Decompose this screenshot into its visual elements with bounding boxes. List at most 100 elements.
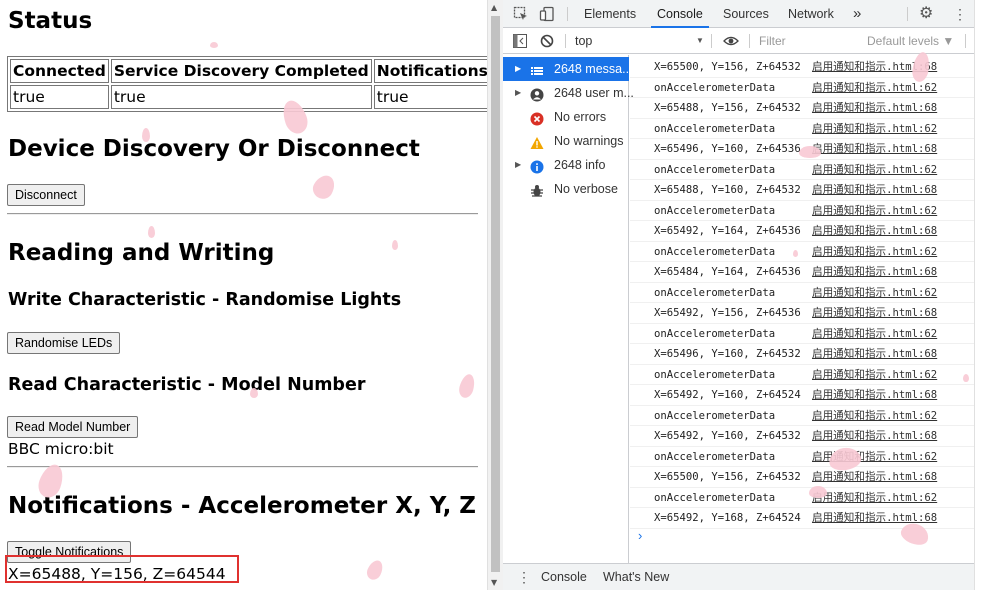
sidebar-item-errors[interactable]: No errors xyxy=(503,105,629,129)
log-message: onAccelerometerData xyxy=(654,81,776,94)
separator xyxy=(965,34,966,48)
petal-decoration xyxy=(250,388,258,398)
console-log-row: onAccelerometerData 启用通知和指示.html:62 xyxy=(630,201,974,221)
log-source-link[interactable]: 启用通知和指示.html:62 xyxy=(812,119,937,139)
separator xyxy=(565,34,566,48)
petal-decoration xyxy=(210,42,218,48)
petal-decoration xyxy=(809,486,827,498)
scroll-down-icon[interactable]: ▼ xyxy=(491,578,497,587)
log-source-link[interactable]: 启用通知和指示.html:68 xyxy=(812,344,937,364)
console-log-row: onAccelerometerData 启用通知和指示.html:62 xyxy=(630,324,974,344)
log-message: onAccelerometerData xyxy=(654,409,776,422)
drawer-tab-whats-new[interactable]: What's New xyxy=(603,564,669,590)
log-source-link[interactable]: 启用通知和指示.html:62 xyxy=(812,324,937,344)
list-icon xyxy=(530,62,544,76)
settings-gear-icon[interactable]: ⚙ xyxy=(919,0,933,28)
log-source-link[interactable]: 启用通知和指示.html:62 xyxy=(812,160,937,180)
log-source-link[interactable]: 启用通知和指示.html:68 xyxy=(812,426,937,446)
sidebar-toggle-icon[interactable] xyxy=(513,28,527,54)
log-message: onAccelerometerData xyxy=(654,286,776,299)
console-prompt[interactable]: › xyxy=(638,528,642,543)
tab-network[interactable]: Network xyxy=(788,0,834,28)
console-log-row: X=65492, Y=168, Z+64524 启用通知和指示.html:68 xyxy=(630,508,974,529)
log-source-link[interactable]: 启用通知和指示.html:68 xyxy=(812,180,937,200)
filter-input[interactable] xyxy=(759,32,859,50)
log-message: onAccelerometerData xyxy=(654,491,776,504)
drawer-tab-console[interactable]: Console xyxy=(541,564,587,590)
log-source-link[interactable]: 启用通知和指示.html:62 xyxy=(812,201,937,221)
petal-decoration xyxy=(309,171,339,203)
more-tabs-icon[interactable]: » xyxy=(853,0,861,28)
log-source-link[interactable]: 启用通知和指示.html:68 xyxy=(812,98,937,118)
expand-arrow-icon[interactable]: ▶ xyxy=(515,57,521,81)
log-source-link[interactable]: 启用通知和指示.html:62 xyxy=(812,406,937,426)
log-message: X=65500, Y=156, Z+64532 xyxy=(654,471,801,483)
log-source-link[interactable]: 启用通知和指示.html:68 xyxy=(812,385,937,405)
disconnect-button[interactable]: Disconnect xyxy=(7,184,85,206)
expand-arrow-icon[interactable]: ▶ xyxy=(515,81,521,105)
live-expression-eye-icon[interactable] xyxy=(723,28,739,54)
log-source-link[interactable]: 启用通知和指示.html:68 xyxy=(812,262,937,282)
log-source-link[interactable]: 启用通知和指示.html:62 xyxy=(812,242,937,262)
console-log-row: X=65484, Y=164, Z+64536 启用通知和指示.html:68 xyxy=(630,262,974,283)
expand-arrow-icon[interactable]: ▶ xyxy=(515,153,521,177)
console-log-row: onAccelerometerData 启用通知和指示.html:62 xyxy=(630,242,974,262)
discovery-heading: Device Discovery Or Disconnect xyxy=(8,136,420,162)
sidebar-item-label: 2648 messa... xyxy=(554,62,633,76)
log-message: onAccelerometerData xyxy=(654,327,776,340)
divider xyxy=(7,213,478,215)
sidebar-item-label: No verbose xyxy=(554,182,618,196)
sidebar-item-label: No errors xyxy=(554,110,607,124)
separator xyxy=(749,34,750,48)
inspect-icon[interactable] xyxy=(513,0,529,28)
page-scrollbar[interactable]: ▲ ▼ xyxy=(487,0,503,590)
log-message: onAccelerometerData xyxy=(654,450,776,463)
device-toolbar-icon[interactable] xyxy=(539,0,555,28)
petal-decoration xyxy=(963,374,969,382)
log-levels-dropdown[interactable]: Default levels ▼ xyxy=(867,28,954,54)
tab-elements[interactable]: Elements xyxy=(584,0,636,28)
devtools-panel: Elements Console Sources Network » ⚙ ⋮ t… xyxy=(503,0,974,590)
context-dropdown-icon[interactable]: ▼ xyxy=(696,28,704,54)
sidebar-item-warnings[interactable]: No warnings xyxy=(503,129,629,153)
log-message: X=65488, Y=160, Z+64532 xyxy=(654,184,801,196)
randomise-leds-button[interactable]: Randomise LEDs xyxy=(7,332,121,354)
console-toolbar: top ▼ Default levels ▼ xyxy=(503,28,974,54)
log-message: onAccelerometerData xyxy=(654,204,776,217)
log-source-link[interactable]: 启用通知和指示.html:68 xyxy=(812,221,937,241)
petal-decoration xyxy=(364,557,386,583)
sidebar-item-verbose[interactable]: No verbose xyxy=(503,177,629,201)
write-characteristic-heading: Write Characteristic - Randomise Lights xyxy=(8,290,402,310)
console-log-row: X=65500, Y=156, Z+64532 启用通知和指示.html:68 xyxy=(630,467,974,488)
sidebar-item-info[interactable]: ▶ 2648 info xyxy=(503,153,629,177)
clear-console-icon[interactable] xyxy=(540,28,554,54)
log-message: onAccelerometerData xyxy=(654,163,776,176)
scroll-up-icon[interactable]: ▲ xyxy=(491,3,497,12)
info-icon xyxy=(530,158,544,174)
log-message: onAccelerometerData xyxy=(654,245,776,258)
log-message: X=65500, Y=156, Z+64532 xyxy=(654,61,801,73)
sidebar-item-messages[interactable]: ▶ 2648 messa... xyxy=(503,57,633,81)
log-source-link[interactable]: 启用通知和指示.html:62 xyxy=(812,283,937,303)
log-source-link[interactable]: 启用通知和指示.html:62 xyxy=(812,488,937,508)
more-options-icon[interactable]: ⋮ xyxy=(953,0,967,28)
petal-decoration xyxy=(793,250,798,257)
status-header-notifications: Notifications xyxy=(373,59,487,83)
log-message: X=65492, Y=160, Z+64532 xyxy=(654,430,801,442)
log-source-link[interactable]: 启用通知和指示.html:62 xyxy=(812,365,937,385)
tab-sources[interactable]: Sources xyxy=(723,0,769,28)
log-source-link[interactable]: 启用通知和指示.html:68 xyxy=(812,467,937,487)
separator xyxy=(567,7,568,21)
tab-console[interactable]: Console xyxy=(651,0,709,28)
console-log-row: X=65492, Y=156, Z+64536 启用通知和指示.html:68 xyxy=(630,303,974,324)
drawer-menu-icon[interactable]: ⋮ xyxy=(517,564,531,590)
scroll-thumb[interactable] xyxy=(491,16,500,572)
error-icon xyxy=(530,110,544,126)
console-log-row: X=65496, Y=160, Z+64532 启用通知和指示.html:68 xyxy=(630,344,974,365)
log-source-link[interactable]: 启用通知和指示.html:68 xyxy=(812,139,937,159)
context-selector[interactable]: top xyxy=(575,28,592,54)
log-source-link[interactable]: 启用通知和指示.html:68 xyxy=(812,303,937,323)
sidebar-item-user-messages[interactable]: ▶ 2648 user m... xyxy=(503,81,634,105)
console-log-row: onAccelerometerData 启用通知和指示.html:62 xyxy=(630,119,974,139)
read-model-number-button[interactable]: Read Model Number xyxy=(7,416,139,438)
